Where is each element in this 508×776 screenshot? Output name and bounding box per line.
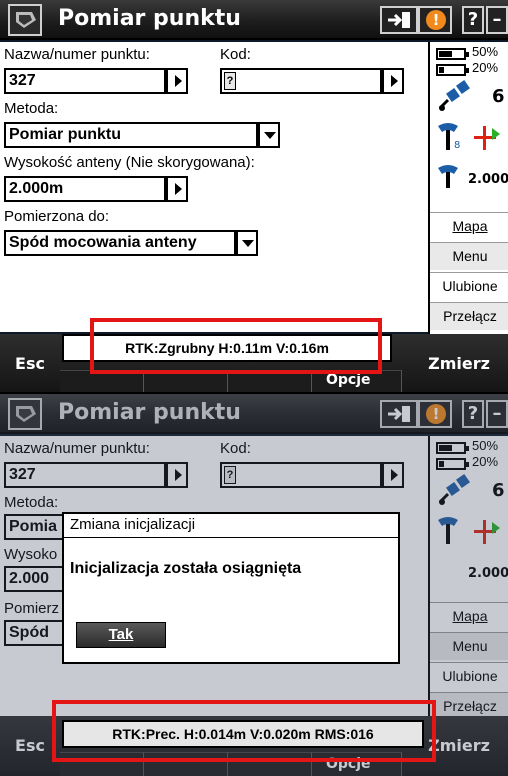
measure-form: Nazwa/numer punktu: Kod: 327 ? Metoda: P… bbox=[0, 42, 428, 332]
point-name-arrow-button[interactable] bbox=[166, 462, 188, 488]
satellite-icon[interactable] bbox=[436, 80, 476, 116]
title-bar: Pomiar punktu ! ? – bbox=[0, 394, 508, 434]
point-name-arrow-button[interactable] bbox=[166, 68, 188, 94]
rover-icon[interactable]: 8 bbox=[434, 122, 506, 156]
rover-icon[interactable] bbox=[434, 516, 506, 550]
code-input[interactable]: ? bbox=[220, 68, 382, 94]
antenna-icon[interactable] bbox=[434, 164, 464, 194]
map-button[interactable]: Mapa bbox=[430, 602, 508, 630]
menu-button[interactable]: Menu bbox=[430, 632, 508, 660]
minimize-icon[interactable]: – bbox=[486, 6, 508, 34]
code-list-icon[interactable]: ? bbox=[224, 466, 236, 484]
initialization-screen: Pomiar punktu ! ? – Nazwa/numer punktu: … bbox=[0, 394, 508, 776]
map-button[interactable]: Mapa bbox=[430, 212, 508, 240]
esc-button[interactable]: Esc bbox=[0, 716, 60, 776]
status-panel: 50% 20% 6 2.000 Mapa Menu Ulubione Przeł… bbox=[428, 436, 508, 728]
antenna-height-label: Wysokość anteny (Nie skorygowana): bbox=[4, 154, 255, 171]
warning-icon[interactable]: ! bbox=[418, 6, 452, 34]
battery-icon bbox=[436, 458, 469, 470]
battery-1-level: 50% bbox=[472, 44, 499, 59]
antenna-height-label: Wysoko bbox=[4, 546, 58, 563]
point-name-label: Nazwa/numer punktu: bbox=[4, 46, 150, 63]
page-title: Pomiar punktu bbox=[58, 400, 241, 425]
measured-to-select[interactable]: Spód mocowania anteny bbox=[4, 230, 236, 256]
point-name-input[interactable]: 327 bbox=[4, 462, 166, 488]
battery-icon bbox=[436, 442, 469, 454]
switch-button[interactable]: Przełącz bbox=[430, 302, 508, 330]
esc-button[interactable]: Esc bbox=[0, 334, 60, 392]
help-icon[interactable]: ? bbox=[462, 6, 484, 34]
help-icon[interactable]: ? bbox=[462, 400, 484, 428]
measured-to-dropdown-button[interactable] bbox=[236, 230, 258, 256]
measure-point-screen: Pomiar punktu ! ? – Nazwa/numer punktu: … bbox=[0, 0, 508, 392]
point-name-input[interactable]: 327 bbox=[4, 68, 166, 94]
satellite-count: 6 bbox=[492, 480, 505, 501]
point-name-label: Nazwa/numer punktu: bbox=[4, 440, 150, 457]
start-menu-icon[interactable] bbox=[8, 4, 42, 36]
code-arrow-button[interactable] bbox=[382, 68, 404, 94]
code-label: Kod: bbox=[220, 440, 251, 457]
title-bar: Pomiar punktu ! ? – bbox=[0, 0, 508, 40]
initialization-dialog: Zmiana inicjalizacji Inicjalizacja zosta… bbox=[62, 512, 400, 664]
favorites-button[interactable]: Ulubione bbox=[430, 662, 508, 690]
code-arrow-button[interactable] bbox=[382, 462, 404, 488]
options-button[interactable]: Opcje bbox=[326, 372, 371, 388]
transfer-icon[interactable] bbox=[380, 6, 418, 34]
warning-icon[interactable]: ! bbox=[418, 400, 452, 428]
menu-button[interactable]: Menu bbox=[430, 242, 508, 270]
antenna-height-input[interactable]: 2.000m bbox=[4, 176, 166, 202]
method-dropdown-button[interactable] bbox=[258, 122, 280, 148]
measure-button[interactable]: Zmierz bbox=[410, 334, 508, 392]
code-label: Kod: bbox=[220, 46, 251, 63]
status-panel: 50% 20% 6 8 2.000 Mapa Menu Ulubione Prz… bbox=[428, 42, 508, 334]
dialog-title: Zmiana inicjalizacji bbox=[64, 514, 398, 538]
page-title: Pomiar punktu bbox=[58, 6, 241, 31]
battery-icon bbox=[436, 48, 469, 60]
method-select[interactable]: Pomiar punktu bbox=[4, 122, 258, 148]
battery-2-level: 20% bbox=[472, 60, 499, 75]
satellite-count: 6 bbox=[492, 86, 505, 107]
favorites-button[interactable]: Ulubione bbox=[430, 272, 508, 300]
satellite-icon[interactable] bbox=[436, 474, 476, 510]
svg-text:8: 8 bbox=[454, 140, 460, 151]
code-list-icon[interactable]: ? bbox=[224, 72, 236, 90]
antenna-height-value: 2.000 bbox=[468, 172, 508, 187]
battery-2-level: 20% bbox=[472, 454, 499, 469]
battery-icon bbox=[436, 64, 469, 76]
code-input[interactable]: ? bbox=[220, 462, 382, 488]
transfer-icon[interactable] bbox=[380, 400, 418, 428]
highlight-box bbox=[52, 700, 436, 762]
start-menu-icon[interactable] bbox=[8, 398, 42, 430]
method-label: Metoda: bbox=[4, 494, 59, 511]
highlight-box bbox=[90, 318, 382, 374]
measured-to-label: Pomierzona do: bbox=[4, 208, 110, 225]
ok-button[interactable]: Tak bbox=[76, 622, 166, 648]
dialog-message: Inicjalizacja została osiągnięta bbox=[70, 560, 302, 577]
antenna-height-value: 2.000 bbox=[468, 566, 508, 581]
method-label: Metoda: bbox=[4, 100, 59, 117]
minimize-icon[interactable]: – bbox=[486, 400, 508, 428]
battery-1-level: 50% bbox=[472, 438, 499, 453]
measured-to-label: Pomierz bbox=[4, 600, 60, 617]
antenna-height-arrow-button[interactable] bbox=[166, 176, 188, 202]
